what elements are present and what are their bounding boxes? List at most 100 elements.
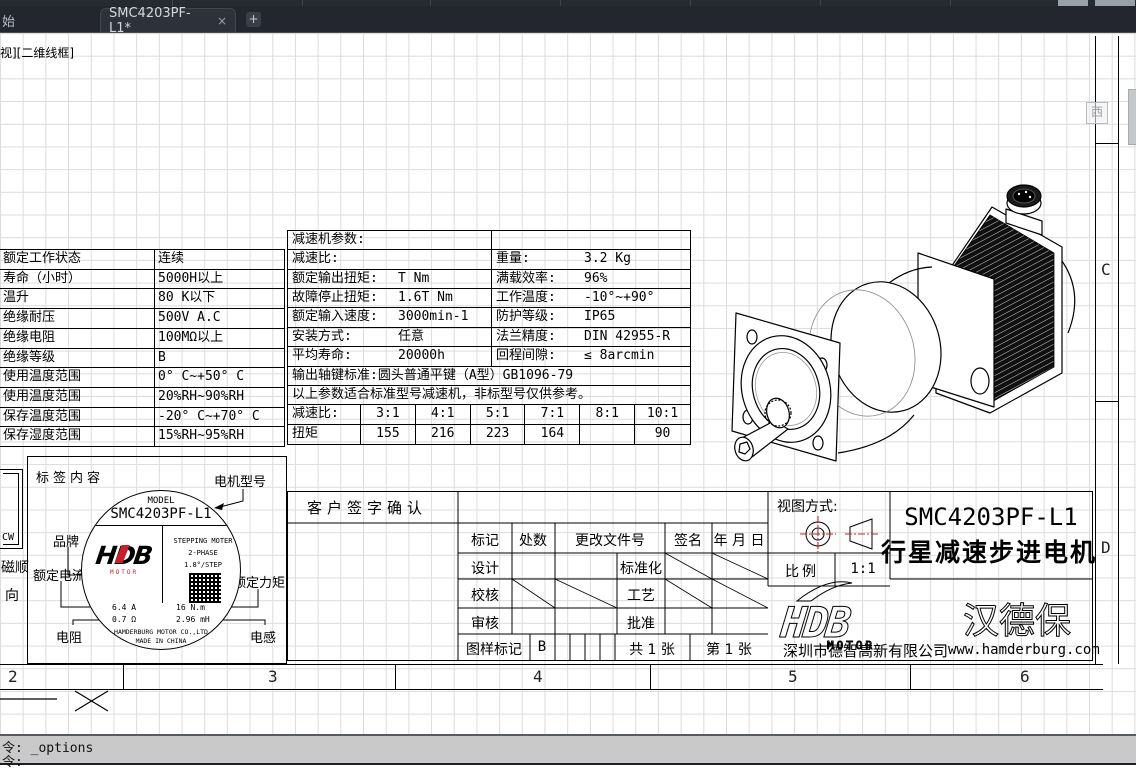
viewport-controls-label[interactable]: 视][二维线框] (0, 44, 74, 61)
table-row: 使用温度范围 20%RH~90%RH (0, 387, 284, 408)
spec-label: 寿命（小时） (0, 269, 155, 289)
spec-value: 20%RH~90%RH (158, 388, 245, 404)
gearbox-title: 减速机参数: (288, 231, 492, 250)
gearbox-label: 平均寿命: (292, 348, 352, 364)
view-mode-label: 视图方式: (777, 499, 838, 515)
table-row: 绝缘电阻 100MΩ以上 (0, 328, 284, 349)
rotation-direction-box: CW (0, 469, 23, 549)
gearbox-value: 3000min-1 (398, 309, 469, 325)
new-tab-button[interactable]: + (246, 12, 261, 27)
gearbox-right-cell: 满载效率: 96% (492, 270, 690, 288)
border-line (0, 664, 1103, 665)
cell-process: 工艺 (627, 588, 655, 604)
table-row: 以上参数适合标准型号减速机，非标型号仅供参考。 (288, 386, 690, 406)
crosshair-cursor (0, 690, 109, 712)
gearbox-label: 额定输入速度: (292, 309, 378, 325)
partial-text-mag: 磁顺 (1, 560, 29, 576)
empty-cell (492, 231, 690, 249)
spec-label: 绝缘耐压 (0, 309, 155, 328)
plate-type-line1: STEPPING MOTER (173, 537, 233, 545)
torque-row: 扭矩(N.m):155216223164 90 (288, 424, 690, 444)
ratio-row: 减速比: 3:1 4:1 5:1 7:1 8:1 10:1 (288, 405, 690, 425)
torque-value: 90 (654, 425, 671, 441)
spec-value: B (158, 349, 166, 365)
motor-spec-table: 额定工作状态 连续 寿命（小时） 5000H以上 温升 80 K以下 绝缘耐压 500V A.… (0, 249, 285, 447)
scale-label: 比例 (785, 564, 819, 580)
partial-text-dir: 向 (5, 588, 19, 604)
plate-hdb-logo: HDB (94, 541, 153, 570)
gearbox-label: 回程间隙: (496, 348, 556, 364)
torque-value: 223 (471, 424, 526, 444)
spec-value: 0° C~+50° C (158, 369, 245, 385)
gearbox-left-cell: 故障停止扭矩: 1.6T Nm (288, 289, 492, 308)
zone-tick (395, 664, 396, 689)
plate-model-caption: MODEL (147, 496, 175, 506)
gearbox-label: 法兰精度: (496, 328, 556, 344)
torque-label: 扭矩(N.m): (288, 424, 361, 444)
zone-tick (910, 664, 911, 689)
tab-start[interactable]: 始 (2, 11, 15, 30)
titleblock-part-name: 行星减速步进电机 (880, 538, 1098, 567)
navigation-bar-remnant[interactable] (1128, 89, 1136, 145)
cw-label: CW (2, 532, 15, 543)
table-row: 故障停止扭矩: 1.6T Nm 工作温度: -10°~+90° (288, 289, 690, 309)
command-line-panel[interactable]: 令: _options 令: (0, 734, 1136, 770)
titleblock-company: 深圳市德智高新有限公司 (783, 642, 949, 660)
spec-label: 绝缘电阻 (0, 328, 155, 348)
scale-value: 1:1 (850, 561, 876, 577)
gearbox-value: T Nm (398, 270, 430, 286)
table-row: 使用温度范围 0° C~+50° C (0, 368, 284, 388)
table-row: 温升 80 K以下 (0, 289, 284, 310)
gearbox-value: 1.6T Nm (398, 290, 453, 306)
rev-header: 处数 (519, 533, 547, 549)
zone-letter: C (1101, 260, 1111, 279)
tab-active-drawing[interactable]: SMC4203PF-L1* × (100, 6, 236, 36)
spec-value: 500V A.C (158, 310, 221, 326)
gearbox-value: 3.2 Kg (584, 251, 631, 267)
gearbox-value: 96% (584, 270, 608, 286)
qr-code (189, 573, 221, 603)
cell-approve: 批准 (627, 616, 655, 632)
spec-label: 保存温度范围 (0, 407, 155, 427)
plate-divider-v (162, 525, 163, 603)
cell-mark-label: 图样标记 (466, 642, 522, 658)
plate-type-line2: 2-PHASE (188, 549, 218, 557)
torque-value: 155 (361, 424, 416, 444)
plate-model-number: SMC4203PF-L1 (110, 506, 212, 522)
motor-isometric-drawing (731, 184, 1076, 462)
torque-value: 216 (416, 424, 471, 444)
command-input-line[interactable]: 令: (2, 751, 23, 770)
plate-current: 6.4 A (112, 603, 137, 612)
zone-tick (650, 664, 651, 689)
titleblock-part-number: SMC4203PF-L1 (904, 503, 1078, 531)
gearbox-value: IP65 (584, 309, 616, 325)
gearbox-left-cell: 额定输入速度: 3000min-1 (288, 308, 492, 327)
rev-header: 标记 (471, 533, 499, 549)
table-row: 减速比: 重量: 3.2 Kg (288, 250, 690, 270)
rev-header: 签名 (674, 533, 702, 549)
plate-type-line3: 1.8°/STEP (184, 561, 222, 569)
zone-tick (1095, 143, 1118, 144)
cell-mark-value: B (537, 639, 547, 655)
gearbox-label: 工作温度: (496, 290, 556, 306)
tab-close-icon[interactable]: × (217, 14, 227, 28)
gearbox-param-table: 减速机参数: 减速比: 重量: 3.2 Kg 额定输出扭矩: T Nm 满载效率: 96% 故障… (287, 230, 691, 445)
cell-sheet-no: 第 1 张 (706, 642, 752, 658)
rev-header: 年 月 日 (713, 533, 765, 549)
drawing-canvas[interactable]: 视][二维线框] 额定工作状态 连续 寿命（小时） 5000H以上 温升 80 K以下 绝缘… (0, 33, 1136, 734)
spec-label: 使用温度范围 (0, 387, 155, 407)
gearbox-right-cell: 法兰精度: DIN 42955-R (492, 328, 690, 346)
tab-active-label: SMC4203PF-L1* (109, 5, 191, 36)
gearbox-left-cell: 额定输出扭矩: T Nm (288, 269, 492, 289)
viewcube-west-face[interactable]: 西 (1086, 102, 1108, 124)
status-bar-remnant (0, 763, 1136, 765)
spec-value: 15%RH~95%RH (158, 428, 245, 444)
table-row: 减速机参数: (288, 231, 690, 251)
table-row: 额定工作状态 连续 (0, 250, 284, 270)
gearbox-left-cell: 安装方式: 任意 (288, 327, 492, 347)
cell-standardize: 标准化 (620, 561, 662, 577)
plate-inductance: 2.96 mH (176, 615, 210, 624)
drawing-tab-bar: 始 SMC4203PF-L1* × + (0, 6, 1136, 36)
table-row: 绝缘耐压 500V A.C (0, 309, 284, 329)
gearbox-label: 安装方式: (292, 328, 352, 344)
